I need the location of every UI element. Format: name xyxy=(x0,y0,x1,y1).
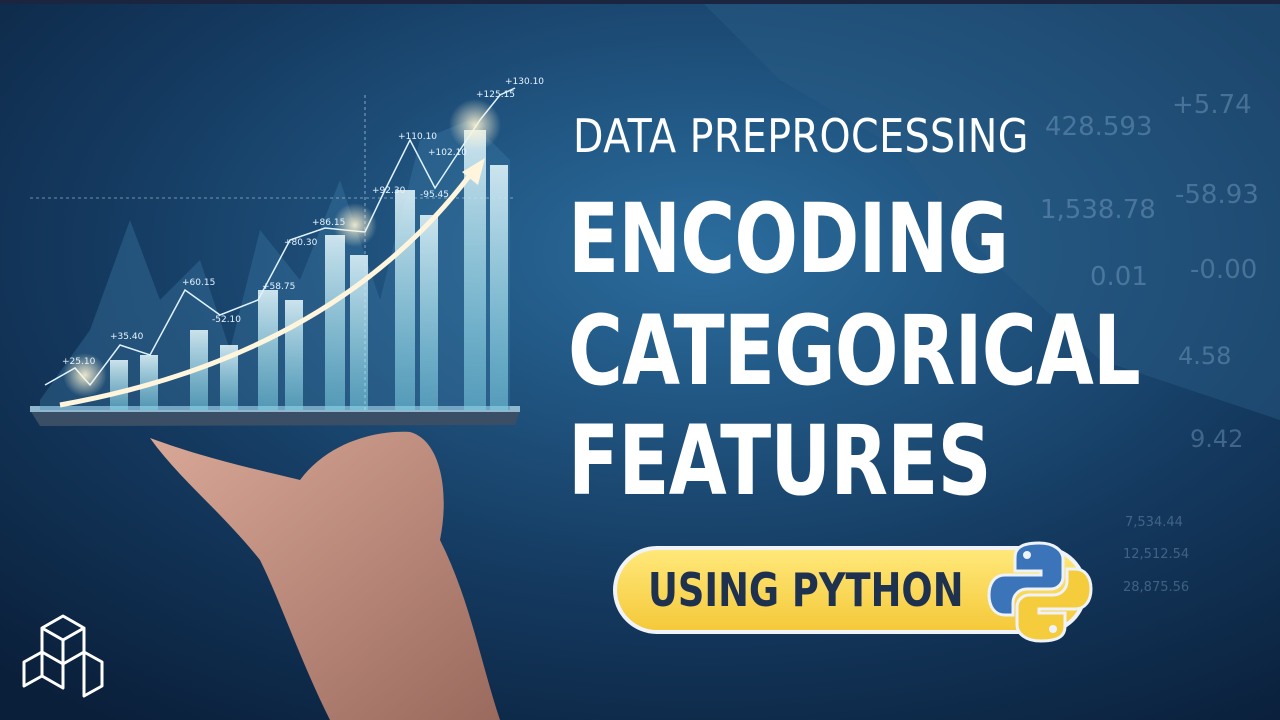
chart-label: +35.40 xyxy=(110,332,144,342)
bg-number: 28,875.56 xyxy=(1123,580,1190,595)
badge-label: USING PYTHON xyxy=(648,563,964,617)
chart-label: +80.30 xyxy=(284,238,318,248)
bg-number: 0.01 xyxy=(1090,262,1148,292)
subtitle: DATA PREPROCESSING xyxy=(573,109,1029,163)
chart-label: +58.75 xyxy=(262,282,296,292)
chart-label: +86.15 xyxy=(312,218,346,228)
python-logo-icon xyxy=(987,541,1093,643)
title-line-2: CATEGORICAL xyxy=(568,295,1141,407)
title-line-3: FEATURES xyxy=(568,405,992,517)
chart-label: +92.30 xyxy=(372,186,406,196)
chart-label: -95.45 xyxy=(420,190,450,200)
chart-label: -52.10 xyxy=(212,315,242,325)
chart-label: +25.10 xyxy=(62,357,96,367)
chart-label: +110.10 xyxy=(398,132,438,142)
chart-label: +125.15 xyxy=(476,90,516,100)
bg-number: 9.42 xyxy=(1190,425,1244,453)
title-line-1: ENCODING xyxy=(568,183,1009,295)
bg-number: 1,538.78 xyxy=(1040,195,1156,225)
bg-number: 7,534.44 xyxy=(1125,515,1183,530)
bg-number: 428.593 xyxy=(1045,112,1153,142)
chart-label: +130.10 xyxy=(505,77,545,87)
bg-number: 4.58 xyxy=(1178,342,1232,370)
chart-label: +60.15 xyxy=(182,278,216,288)
bg-number: 12,512.54 xyxy=(1123,547,1190,562)
top-border xyxy=(0,0,1280,4)
bg-number: -0.00 xyxy=(1190,255,1258,285)
chart-label: +102.10 xyxy=(428,148,468,158)
channel-logo-icon xyxy=(22,614,104,698)
bg-number: +5.74 xyxy=(1172,90,1252,120)
bg-number: -58.93 xyxy=(1175,180,1259,210)
